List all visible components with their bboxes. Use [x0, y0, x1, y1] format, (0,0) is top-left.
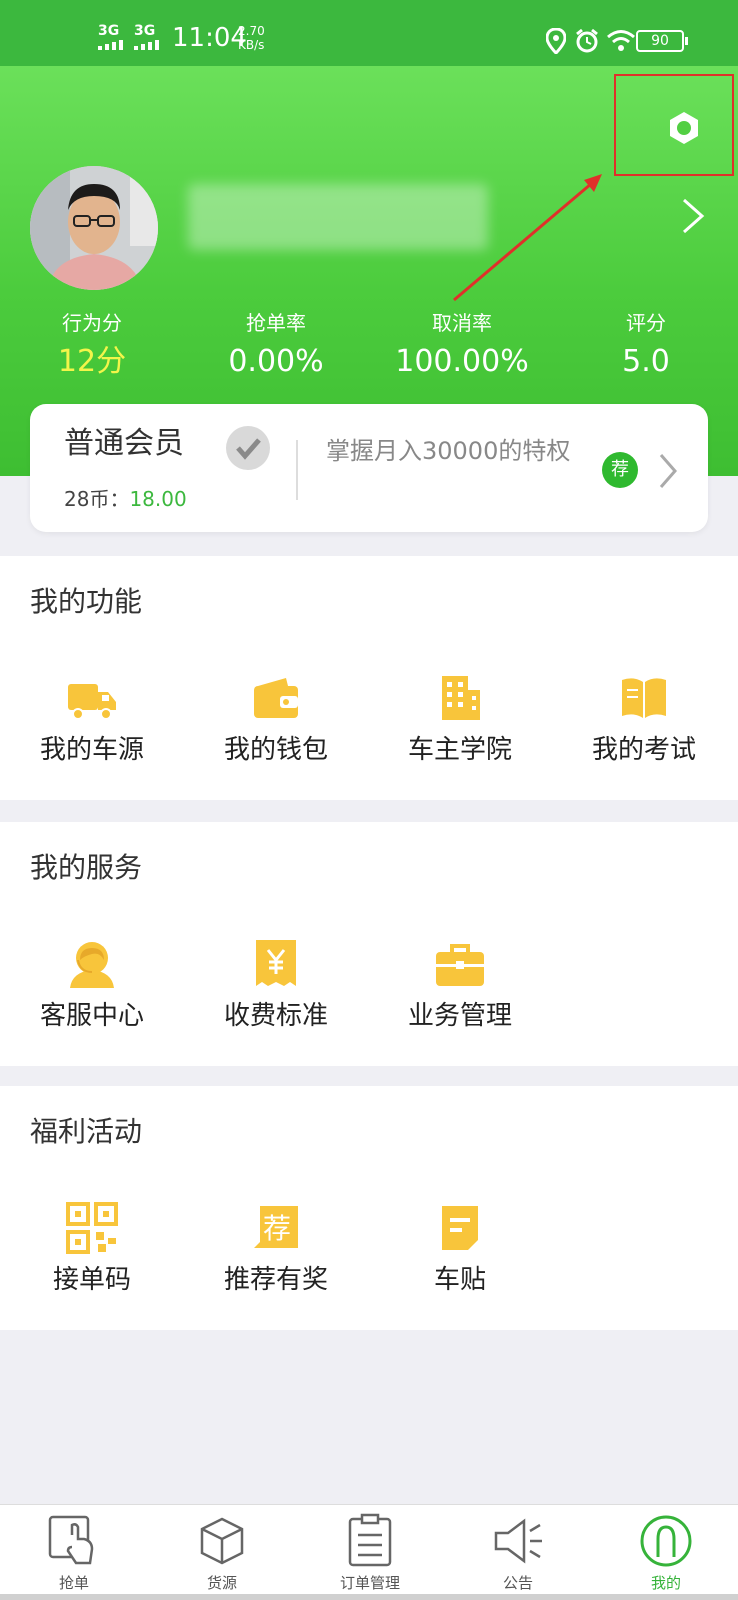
section-title: 我的功能 [30, 585, 143, 618]
sticker-icon [442, 1206, 478, 1250]
chevron-right-icon[interactable] [658, 452, 678, 490]
tab-order-management[interactable]: 订单管理 [296, 1505, 444, 1600]
book-icon [622, 678, 666, 718]
tab-mine[interactable]: 我的 [592, 1505, 738, 1600]
grid-item-label: 我的车源 [39, 735, 144, 765]
briefcase-icon [436, 944, 484, 986]
battery-indicator: 90 [636, 30, 688, 52]
coins-value: 18.00 [129, 487, 187, 511]
tab-label: 公告 [502, 1574, 533, 1592]
grid-item-customer-service[interactable]: 客服中心 [0, 938, 184, 1048]
person-icon [640, 1515, 692, 1567]
settings-gear-icon[interactable] [666, 110, 702, 146]
grid-item-driver-academy[interactable]: 车主学院 [368, 672, 552, 782]
customer-service-icon [70, 942, 114, 988]
recommend-badge: 荐 [602, 452, 638, 488]
recommend-icon: 荐 [254, 1206, 298, 1248]
clock: 11:04 [172, 23, 247, 53]
stat-value: 5.0 [622, 344, 670, 379]
network-indicator-2: 3G [134, 23, 156, 39]
signal-icon [134, 40, 159, 50]
stat-value: 100.00% [395, 344, 529, 379]
stat-label: 评分 [626, 311, 666, 335]
speed-value: 2.70 [238, 24, 265, 38]
wallet-icon [254, 678, 298, 718]
section-title: 我的服务 [30, 851, 143, 884]
username-blurred [188, 184, 488, 250]
status-bar: 3G 3G 11:04 2.70 KB/s 90 [0, 0, 738, 66]
stat-label: 取消率 [432, 311, 492, 335]
grid-item-business-management[interactable]: 业务管理 [368, 938, 552, 1048]
section-my-functions: 我的功能 我的车源 我的钱包 车主学院 我的考试 [0, 556, 738, 800]
grid-item-car-sticker[interactable]: 车贴 [368, 1202, 552, 1312]
megaphone-icon [494, 1518, 542, 1564]
truck-icon [68, 684, 116, 720]
receipt-yen-icon [256, 940, 296, 986]
qr-code-icon [66, 1202, 118, 1254]
membership-card[interactable]: 普通会员 28币：18.00 掌握月入30000的特权 荐 [30, 404, 708, 532]
clipboard-icon [348, 1513, 392, 1567]
grid-item-my-vehicles[interactable]: 我的车源 [0, 672, 184, 782]
grid-item-order-code[interactable]: 接单码 [0, 1202, 184, 1312]
grid-item-label: 我的钱包 [223, 735, 328, 765]
grid-item-label: 收费标准 [223, 1001, 328, 1031]
wifi-icon [607, 30, 635, 51]
tab-label: 订单管理 [339, 1574, 400, 1592]
tab-grab-order[interactable]: 抢单 [0, 1505, 148, 1600]
grid-item-label: 我的考试 [591, 735, 696, 765]
avatar-photo [30, 166, 158, 290]
stat-label: 抢单率 [246, 311, 306, 335]
grab-order-icon [48, 1515, 94, 1565]
grid-item-label: 业务管理 [407, 1001, 512, 1031]
stat-behavior-score: 行为分 12分 [12, 310, 172, 384]
grid-item-label: 客服中心 [39, 1001, 144, 1031]
membership-coins: 28币：18.00 [64, 486, 187, 512]
location-icon [546, 28, 566, 54]
svg-text:荐: 荐 [263, 1212, 291, 1245]
network-indicator-1: 3G [98, 23, 120, 39]
stat-label: 行为分 [62, 311, 122, 335]
stat-grab-rate: 抢单率 0.00% [196, 310, 356, 384]
signal-icon [98, 40, 123, 50]
stat-cancel-rate: 取消率 100.00% [382, 310, 542, 384]
membership-title: 普通会员 [64, 426, 184, 461]
alarm-icon [576, 28, 598, 53]
stat-value: 12分 [57, 344, 127, 379]
grid-item-label: 车贴 [433, 1265, 486, 1295]
stat-value: 0.00% [228, 344, 324, 379]
grid-item-label: 车主学院 [407, 735, 512, 765]
profile-chevron-right-icon[interactable] [680, 196, 708, 236]
grid-item-fee-standard[interactable]: 收费标准 [184, 938, 368, 1048]
stat-rating: 评分 5.0 [566, 310, 726, 384]
tab-label: 货源 [206, 1574, 237, 1592]
avatar[interactable] [30, 166, 158, 290]
box-icon [200, 1517, 244, 1565]
section-welfare-activities: 福利活动 接单码 荐 推荐有奖 车贴 [0, 1086, 738, 1330]
grid-item-my-exam[interactable]: 我的考试 [552, 672, 736, 782]
grid-item-referral-reward[interactable]: 荐 推荐有奖 [184, 1202, 368, 1312]
network-speed: 2.70 KB/s [238, 24, 265, 52]
divider [296, 440, 298, 500]
membership-promo[interactable]: 掌握月入30000的特权 [326, 432, 586, 470]
bottom-tab-bar: 抢单 货源 订单管理 公告 我的 [0, 1504, 738, 1600]
settings-highlight-box [614, 74, 734, 176]
coins-label: 28币： [64, 487, 130, 511]
section-my-services: 我的服务 客服中心 收费标准 业务管理 [0, 822, 738, 1066]
section-title: 福利活动 [30, 1115, 143, 1148]
grid-item-my-wallet[interactable]: 我的钱包 [184, 672, 368, 782]
tab-cargo-source[interactable]: 货源 [148, 1505, 296, 1600]
grid-item-label: 推荐有奖 [223, 1265, 328, 1295]
speed-unit: KB/s [238, 38, 265, 52]
building-icon [442, 676, 480, 720]
grid-item-label: 接单码 [52, 1265, 131, 1295]
tab-announcement[interactable]: 公告 [444, 1505, 592, 1600]
check-icon [226, 426, 270, 470]
tab-label: 抢单 [58, 1574, 89, 1592]
tab-label: 我的 [650, 1574, 681, 1592]
bottom-strip [0, 1594, 738, 1600]
